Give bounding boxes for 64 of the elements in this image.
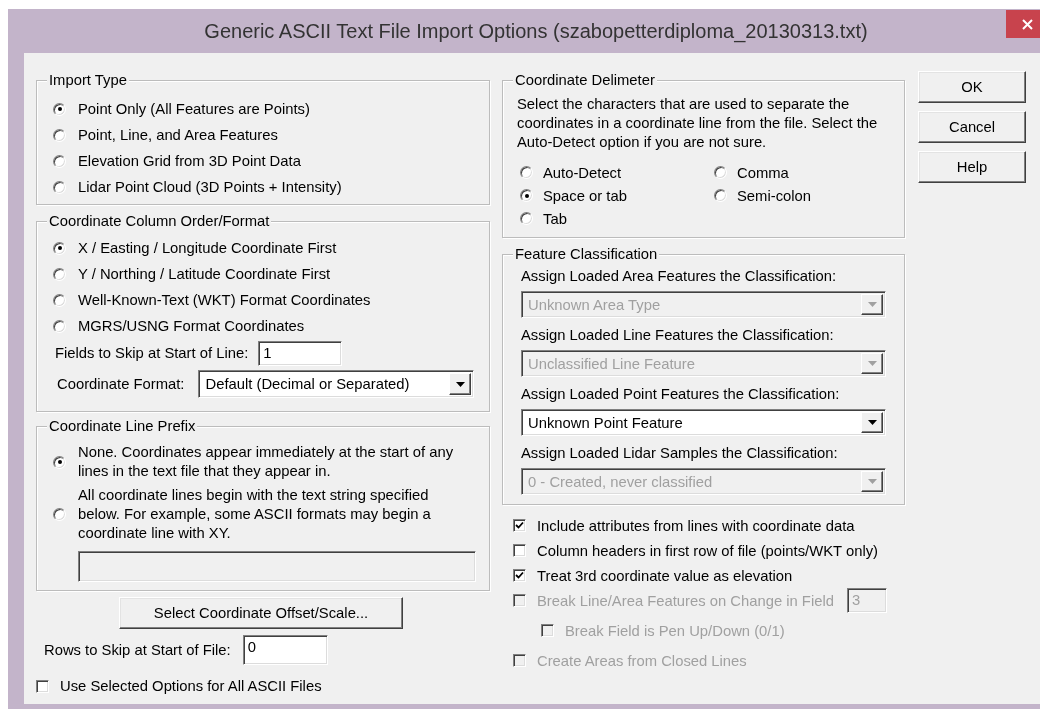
radio-button[interactable] — [520, 166, 533, 179]
radio-button[interactable] — [53, 102, 66, 116]
radio-button[interactable] — [714, 189, 727, 202]
caret-icon — [456, 381, 465, 387]
radio-button[interactable] — [714, 166, 727, 179]
field-label: Assign Loaded Lidar Samples the Classification: — [521, 444, 839, 463]
group-title: Import Type — [47, 72, 129, 89]
caret-icon — [867, 479, 877, 484]
radio-button[interactable] — [53, 293, 66, 307]
radio-button[interactable] — [53, 180, 66, 194]
option-label: All coordinate lines begin with the text string specified below. For example, some ASCII formats may begin a coordinate line with XY. — [78, 485, 432, 543]
caret-icon — [867, 420, 877, 425]
option-label: Break Field is Pen Up/Down (0/1) — [565, 622, 785, 639]
caret-icon — [867, 361, 877, 366]
option-label: MGRS/USNG Format Coordinates — [78, 318, 305, 334]
option-label: Point, Line, and Area Features — [78, 127, 278, 143]
close-button[interactable] — [1006, 10, 1040, 38]
dialog-button[interactable]: OK — [918, 71, 1026, 103]
option-label: Point Only (All Features are Points) — [78, 101, 310, 117]
field-label: Assign Loaded Area Features the Classification: — [521, 267, 838, 286]
offset-scale-button[interactable]: Select Coordinate Offset/Scale... — [119, 597, 403, 629]
field-label: Coordinate Format: — [57, 376, 185, 392]
option-label: None. Coordinates appear immediately at the start of any lines in the text file that they appear in. — [78, 443, 455, 481]
radio-button[interactable] — [520, 212, 533, 225]
option-label: Tab — [543, 210, 567, 227]
option-label: Elevation Grid from 3D Point Data — [78, 153, 301, 169]
radio-button[interactable] — [53, 128, 66, 142]
field-label: Assign Loaded Line Features the Classification: — [521, 326, 835, 345]
checkbox[interactable] — [36, 679, 49, 693]
dropdown: Unclassified Line Feature — [521, 350, 886, 377]
input-field[interactable]: 0 — [242, 635, 328, 665]
checkbox[interactable] — [513, 519, 526, 532]
input-field[interactable]: 1 — [258, 340, 343, 366]
caret-icon — [867, 302, 877, 307]
option-label: Lidar Point Cloud (3D Points + Intensity) — [78, 179, 342, 195]
description-text: Select the characters that are used to separate the coordinates in a coordinate line from the file. Select the Auto-Detect option if you are not sure. — [517, 95, 879, 152]
option-label: Create Areas from Closed Lines — [537, 652, 747, 669]
field-label: Rows to Skip at Start of File: — [44, 642, 231, 658]
field-label: Fields to Skip at Start of Line: — [55, 345, 249, 361]
close-icon — [1021, 18, 1033, 30]
option-label: Include attributes from lines with coordinate data — [537, 517, 855, 534]
dialog-button[interactable]: Cancel — [918, 111, 1026, 143]
window-title: Generic ASCII Text File Import Options (szabopetterdiploma_20130313.txt) — [204, 19, 868, 43]
checkbox[interactable] — [513, 544, 526, 557]
dropdown: Unknown Area Type — [521, 291, 886, 318]
option-label: Auto-Detect — [543, 164, 622, 181]
option-label: Use Selected Options for All ASCII Files — [60, 678, 322, 694]
option-label: Break Line/Area Features on Change in Field — [537, 592, 834, 609]
dialog-button[interactable]: Help — [918, 151, 1026, 183]
option-label: Treat 3rd coordinate value as elevation — [537, 567, 793, 584]
checkbox[interactable] — [513, 569, 526, 582]
option-label: Comma — [737, 164, 789, 181]
option-label: Y / Northing / Latitude Coordinate First — [78, 266, 331, 282]
field-label: Assign Loaded Point Features the Classification: — [521, 385, 841, 404]
option-label: Well-Known-Text (WKT) Format Coordinates — [78, 292, 371, 308]
dropdown[interactable]: Default (Decimal or Separated) — [198, 370, 475, 398]
dropdown: 0 - Created, never classified — [521, 468, 886, 495]
dropdown[interactable]: Unknown Point Feature — [521, 409, 886, 436]
option-label: X / Easting / Longitude Coordinate First — [78, 240, 337, 256]
option-label: Semi-colon — [737, 187, 811, 204]
radio-button[interactable] — [520, 189, 533, 202]
option-label: Column headers in first row of file (points/WKT only) — [537, 542, 878, 559]
option-label: Space or tab — [543, 187, 627, 204]
input-field: 3 — [846, 588, 887, 613]
